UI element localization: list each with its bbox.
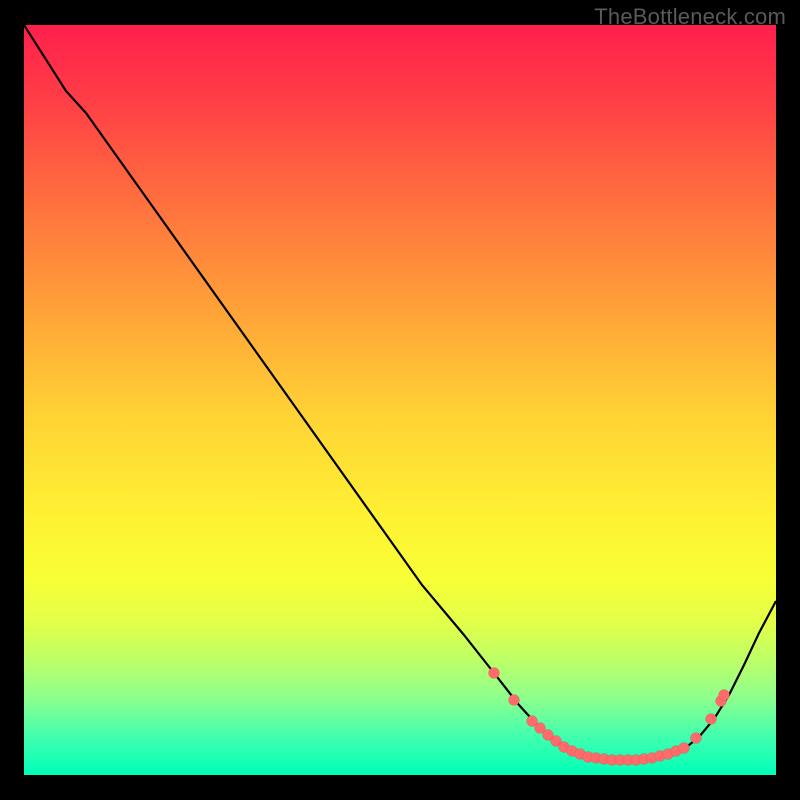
chart-plot-area (24, 25, 776, 775)
chart-data-point (679, 743, 690, 754)
chart-data-point (706, 714, 717, 725)
chart-dots-group (489, 668, 730, 766)
chart-data-point (719, 690, 730, 701)
chart-data-point (509, 695, 520, 706)
chart-svg (24, 25, 776, 775)
chart-data-point (691, 733, 702, 744)
chart-curve (24, 25, 776, 761)
chart-data-point (489, 668, 500, 679)
